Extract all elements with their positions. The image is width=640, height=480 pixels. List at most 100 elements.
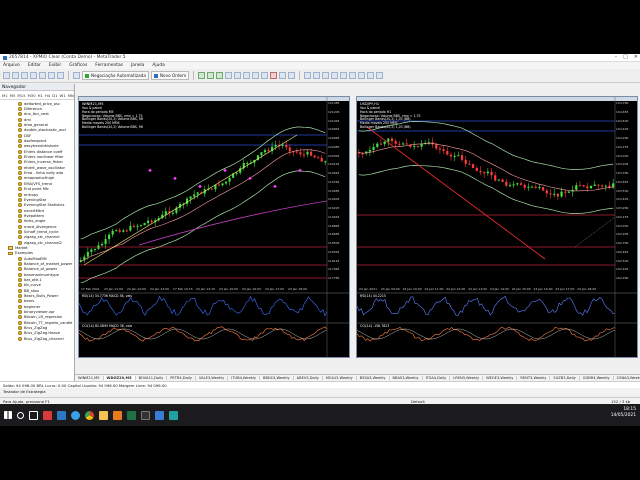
timeframe-tab[interactable]: M15: [17, 93, 25, 98]
trendline-icon[interactable]: [340, 72, 348, 79]
zoom-out-icon[interactable]: [234, 72, 242, 79]
menu-item[interactable]: Arquivo: [3, 63, 20, 68]
candle-body: [538, 187, 541, 189]
meta-editor-icon[interactable]: [73, 72, 80, 79]
symbol-tab[interactable]: CSNA3,Weekly: [614, 376, 640, 380]
candle-body: [246, 162, 249, 164]
metatrader-icon[interactable]: [155, 410, 164, 420]
symbol-tab[interactable]: BBDC4,Weekly: [260, 376, 294, 380]
arrow-tool-icon[interactable]: [376, 72, 384, 79]
price-axis-label: 119945: [328, 171, 340, 176]
timeframe-tab[interactable]: MN: [68, 93, 74, 98]
navigator-icon[interactable]: [39, 72, 46, 79]
chrome-icon[interactable]: [85, 410, 94, 420]
chart-symbol-tabs: WINM21,M5 WDOZ20,M5 BOVA11,Daily PETR4,Dail…: [75, 374, 640, 381]
menu-item[interactable]: Ajuda: [152, 63, 164, 68]
candle-body: [136, 225, 139, 227]
candle-body: [549, 193, 552, 195]
candle-body: [285, 144, 288, 148]
templates-icon[interactable]: [288, 72, 296, 79]
symbol-tab[interactable]: PETR4,Daily: [167, 376, 196, 380]
candle-body: [383, 141, 386, 145]
system-tray-clock[interactable]: 18:15 14/05/2021: [611, 407, 636, 419]
subwindow-title: RSI(14) 44.2215: [360, 294, 386, 298]
maximize-button[interactable]: □: [623, 54, 628, 60]
symbol-tab[interactable]: ABEV3,Daily: [294, 376, 323, 380]
app-teal-icon[interactable]: [169, 410, 178, 420]
app-blue-icon[interactable]: [57, 410, 66, 420]
candle-body: [295, 151, 298, 153]
market-watch-icon[interactable]: [21, 72, 28, 79]
text-tool-icon[interactable]: [367, 72, 375, 79]
menu-item[interactable]: Exibir: [49, 63, 61, 68]
symbol-tab[interactable]: MGLU3,Weekly: [323, 376, 357, 380]
new-order-button[interactable]: Novo Ordem: [150, 71, 190, 80]
channel-icon[interactable]: [349, 72, 357, 79]
terminal-icon[interactable]: [48, 72, 55, 79]
data-window-icon[interactable]: [30, 72, 37, 79]
close-button[interactable]: ✕: [634, 54, 638, 60]
indicators-icon[interactable]: [270, 72, 278, 79]
candle-body: [132, 225, 135, 227]
period-icon[interactable]: [279, 72, 287, 79]
chart-window-winm21[interactable]: WINM21,M5 Vou & painel Hora do periodo M5 N…: [78, 96, 350, 358]
horizontal-line-icon[interactable]: [331, 72, 339, 79]
chart-window-usdjpy[interactable]: USDJPY,H1 Vou & painel Hora do periodo H1 N…: [356, 96, 638, 358]
app-orange-icon[interactable]: [113, 410, 122, 420]
indicator-icon: [18, 181, 22, 186]
symbol-tab[interactable]: BOVA11,Daily: [136, 376, 168, 380]
symbol-tab[interactable]: WDOZ20,M5: [103, 376, 136, 380]
timeframe-tab[interactable]: H1: [38, 93, 43, 98]
folder-icon[interactable]: [99, 410, 108, 420]
symbol-tab[interactable]: BBAS3,Weekly: [390, 376, 423, 380]
symbol-tab[interactable]: GGBR4,Weekly: [580, 376, 614, 380]
autoscroll-icon[interactable]: [252, 72, 260, 79]
symbol-tab[interactable]: WEGE3,Weekly: [483, 376, 518, 380]
menu-item[interactable]: Gráficos: [69, 63, 87, 68]
symbol-tab[interactable]: SUZB3,Daily: [550, 376, 580, 380]
auto-trading-button[interactable]: Negociação Automatizada: [82, 71, 149, 80]
strategy-tester-bar[interactable]: Testador de Estrategia: [0, 388, 640, 395]
symbol-tab[interactable]: WINM21,M5: [75, 376, 104, 380]
timeframe-tab[interactable]: M30: [28, 93, 36, 98]
browser-icon[interactable]: [71, 410, 80, 420]
timeframe-tab[interactable]: M1: [2, 93, 8, 98]
symbol-tab[interactable]: ITSA4,Daily: [423, 376, 451, 380]
timeframe-tab[interactable]: D1: [52, 93, 57, 98]
zoom-in-icon[interactable]: [225, 72, 233, 79]
symbol-tab[interactable]: VALE3,Weekly: [196, 376, 229, 380]
strategy-tester-icon[interactable]: [57, 72, 64, 79]
crosshair-icon[interactable]: [313, 72, 321, 79]
timeframe-tab[interactable]: W1: [60, 93, 66, 98]
navigator-item-label: Bitcoin_LR_regresion: [24, 315, 63, 320]
vertical-line-icon[interactable]: [322, 72, 330, 79]
time-axis-label: 17 Feb 10:15: [173, 287, 193, 291]
bar-chart-icon[interactable]: [198, 72, 206, 79]
timeframe-tab[interactable]: H4: [45, 93, 50, 98]
menu-item[interactable]: Ferramentas: [95, 63, 123, 68]
timeframe-tab[interactable]: M5: [10, 93, 16, 98]
search-icon[interactable]: [17, 411, 24, 419]
fibonacci-icon[interactable]: [358, 72, 366, 79]
tile-windows-icon[interactable]: [243, 72, 251, 79]
symbol-tab[interactable]: LREN3,Weekly: [450, 376, 484, 380]
symbol-tab[interactable]: B3SA3,Weekly: [357, 376, 390, 380]
line-chart-icon[interactable]: [216, 72, 224, 79]
profiles-icon[interactable]: [12, 72, 19, 79]
symbol-tab[interactable]: RENT3,Weekly: [517, 376, 551, 380]
new-chart-icon[interactable]: [3, 72, 10, 79]
excel-icon[interactable]: [127, 410, 136, 420]
candlestick-icon[interactable]: [207, 72, 215, 79]
minimize-button[interactable]: –: [615, 54, 618, 60]
navigator-item[interactable]: Brus_ZigZag_channel: [0, 336, 74, 341]
terminal-icon[interactable]: [141, 410, 150, 420]
cursor-icon[interactable]: [304, 72, 312, 79]
chart-shift-icon[interactable]: [261, 72, 269, 79]
menu-item[interactable]: Editar: [28, 63, 41, 68]
symbol-tab[interactable]: ITUB4,Weekly: [228, 376, 261, 380]
windows-start-icon[interactable]: [4, 411, 12, 419]
chart-indicator-info: Bollinger Bands(20,2) 1,03 (BB): [360, 125, 411, 129]
app-red-icon[interactable]: [43, 410, 52, 420]
task-view-icon[interactable]: [29, 410, 38, 420]
menu-item[interactable]: Janela: [131, 63, 144, 68]
